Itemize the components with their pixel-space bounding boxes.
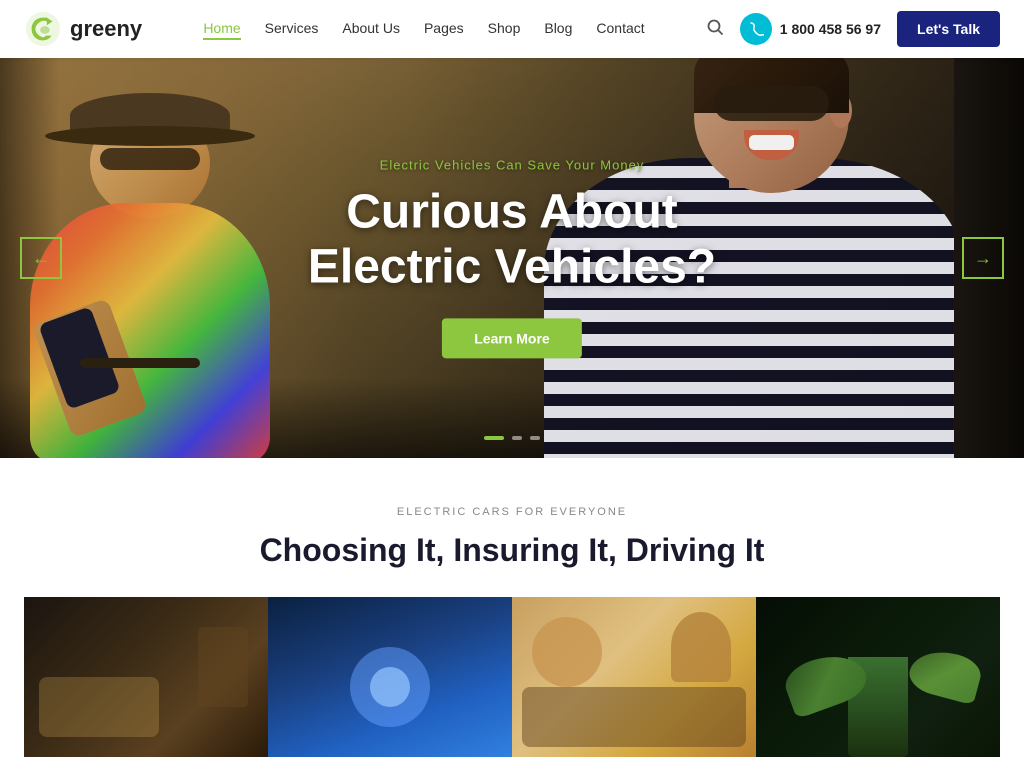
card-3[interactable]: [512, 597, 756, 757]
nav-link-services[interactable]: Services: [265, 20, 319, 36]
card-1[interactable]: [24, 597, 268, 757]
card-4[interactable]: [756, 597, 1000, 757]
navbar: greeny Home Services About Us Pages Shop…: [0, 0, 1024, 58]
hero-content: Electric Vehicles Can Save Your Money Cu…: [308, 157, 716, 358]
hero-subtitle: Electric Vehicles Can Save Your Money: [308, 157, 716, 172]
hero-dot-3[interactable]: [530, 436, 540, 440]
logo-link[interactable]: greeny: [24, 10, 142, 48]
hero-title-line1: Curious About: [346, 185, 678, 238]
lets-talk-button[interactable]: Let's Talk: [897, 11, 1000, 47]
logo-text: greeny: [70, 16, 142, 42]
arrow-left-icon: ←: [32, 248, 50, 269]
nav-link-shop[interactable]: Shop: [488, 20, 521, 36]
greeny-logo-icon: [24, 10, 62, 48]
hero-prev-button[interactable]: ←: [20, 237, 62, 279]
nav-item-home[interactable]: Home: [203, 20, 240, 38]
nav-item-about[interactable]: About Us: [342, 20, 400, 38]
nav-item-services[interactable]: Services: [265, 20, 319, 38]
phone-number: 1 800 458 56 97: [780, 21, 881, 37]
hero-section: ← Electric Vehicles Can Save Your Money …: [0, 58, 1024, 458]
learn-more-button[interactable]: Learn More: [442, 319, 581, 359]
search-icon[interactable]: [706, 18, 724, 41]
nav-item-contact[interactable]: Contact: [596, 20, 644, 38]
hero-dot-1[interactable]: [484, 436, 504, 440]
nav-link-home[interactable]: Home: [203, 20, 240, 40]
hero-next-button[interactable]: →: [962, 237, 1004, 279]
hero-title: Curious About Electric Vehicles?: [308, 184, 716, 294]
cards-section: ELECTRIC CARS FOR EVERYONE Choosing It, …: [0, 458, 1024, 757]
nav-right: 1 800 458 56 97 Let's Talk: [706, 11, 1000, 47]
hero-dot-2[interactable]: [512, 436, 522, 440]
section-label: ELECTRIC CARS FOR EVERYONE: [24, 506, 1000, 518]
nav-item-pages[interactable]: Pages: [424, 20, 464, 38]
nav-item-shop[interactable]: Shop: [488, 20, 521, 38]
phone-wrap: 1 800 458 56 97: [740, 13, 881, 45]
hero-title-line2: Electric Vehicles?: [308, 241, 716, 294]
nav-item-blog[interactable]: Blog: [544, 20, 572, 38]
section-title: Choosing It, Insuring It, Driving It: [24, 532, 1000, 569]
nav-link-contact[interactable]: Contact: [596, 20, 644, 36]
arrow-right-icon: →: [974, 248, 992, 269]
nav-link-pages[interactable]: Pages: [424, 20, 464, 36]
nav-link-blog[interactable]: Blog: [544, 20, 572, 36]
card-2[interactable]: [268, 597, 512, 757]
cards-grid: [24, 597, 1000, 757]
hero-dots: [484, 436, 540, 440]
nav-links: Home Services About Us Pages Shop Blog C…: [203, 20, 644, 38]
nav-link-about[interactable]: About Us: [342, 20, 400, 36]
phone-icon: [740, 13, 772, 45]
